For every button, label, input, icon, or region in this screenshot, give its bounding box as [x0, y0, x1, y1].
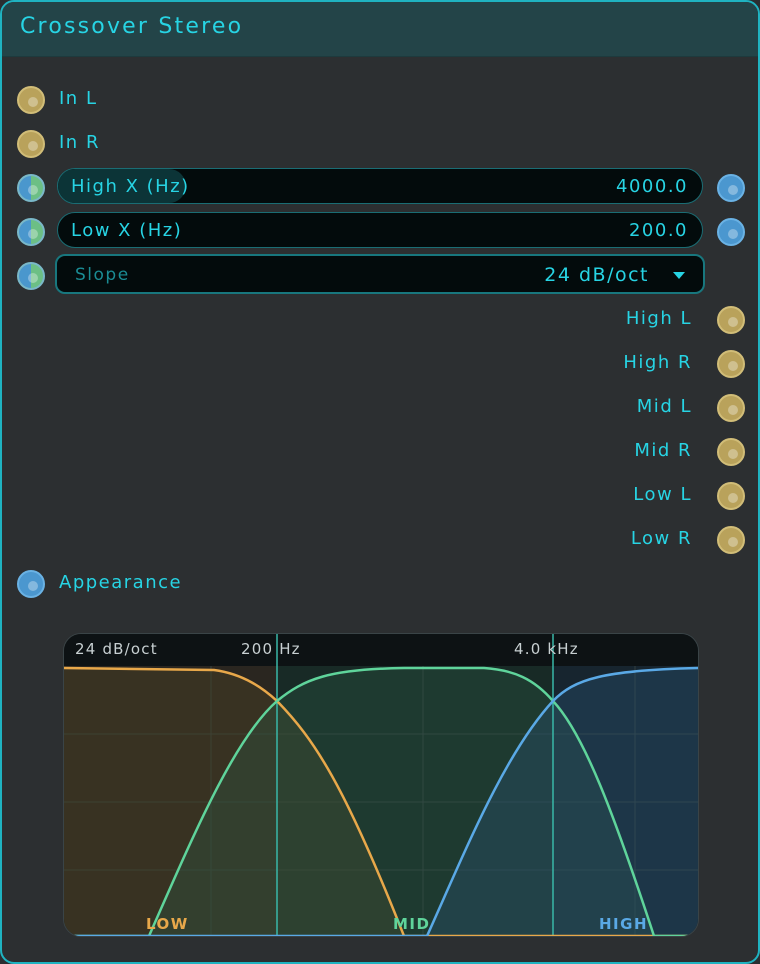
- slope-dropdown[interactable]: Slope 24 dB/oct: [55, 254, 705, 294]
- crossover-stereo-node: Crossover Stereo In L In R High X (Hz) 4…: [0, 0, 760, 964]
- slope-value: 24 dB/oct: [544, 264, 649, 286]
- low-x-label: Low X (Hz): [71, 220, 183, 241]
- high-x-out-port[interactable]: [717, 174, 745, 202]
- high-x-label: High X (Hz): [71, 176, 190, 197]
- appearance-port[interactable]: [17, 570, 45, 598]
- high-x-slider[interactable]: High X (Hz) 4000.0: [57, 168, 703, 204]
- low-x-out-port[interactable]: [717, 218, 745, 246]
- graph-slope-label: 24 dB/oct: [75, 640, 158, 658]
- in-r-label: In R: [59, 132, 100, 153]
- graph-low-freq-label: 200 Hz: [241, 640, 301, 658]
- low-l-port[interactable]: [717, 482, 745, 510]
- crossover-response-graph: 24 dB/oct 200 Hz 4.0 kHz LOW MID HIGH: [63, 633, 699, 937]
- in-l-label: In L: [59, 88, 98, 109]
- high-r-label: High R: [623, 352, 692, 373]
- high-x-value: 4000.0: [616, 176, 688, 197]
- band-mid-label: MID: [393, 915, 431, 933]
- low-x-value: 200.0: [628, 220, 688, 241]
- mid-r-label: Mid R: [634, 440, 692, 461]
- band-low-label: LOW: [146, 915, 189, 933]
- node-title: Crossover Stereo: [20, 14, 244, 39]
- node-titlebar[interactable]: Crossover Stereo: [2, 2, 758, 57]
- mid-l-port[interactable]: [717, 394, 745, 422]
- low-r-label: Low R: [630, 528, 692, 549]
- band-high-label: HIGH: [599, 915, 649, 933]
- low-x-slider[interactable]: Low X (Hz) 200.0: [57, 212, 703, 248]
- mid-r-port[interactable]: [717, 438, 745, 466]
- slope-label: Slope: [75, 265, 130, 285]
- in-l-port[interactable]: [17, 86, 45, 114]
- graph-high-freq-label: 4.0 kHz: [514, 640, 579, 658]
- low-x-mod-port[interactable]: [17, 218, 45, 246]
- response-curves: [64, 634, 698, 936]
- slope-mod-port[interactable]: [17, 262, 45, 290]
- appearance-label: Appearance: [59, 572, 183, 593]
- low-l-label: Low L: [633, 484, 692, 505]
- high-r-port[interactable]: [717, 350, 745, 378]
- high-x-mod-port[interactable]: [17, 174, 45, 202]
- low-r-port[interactable]: [717, 526, 745, 554]
- in-r-port[interactable]: [17, 130, 45, 158]
- high-l-port[interactable]: [717, 306, 745, 334]
- mid-l-label: Mid L: [636, 396, 692, 417]
- high-l-label: High L: [625, 308, 692, 329]
- chevron-down-icon: [673, 272, 685, 279]
